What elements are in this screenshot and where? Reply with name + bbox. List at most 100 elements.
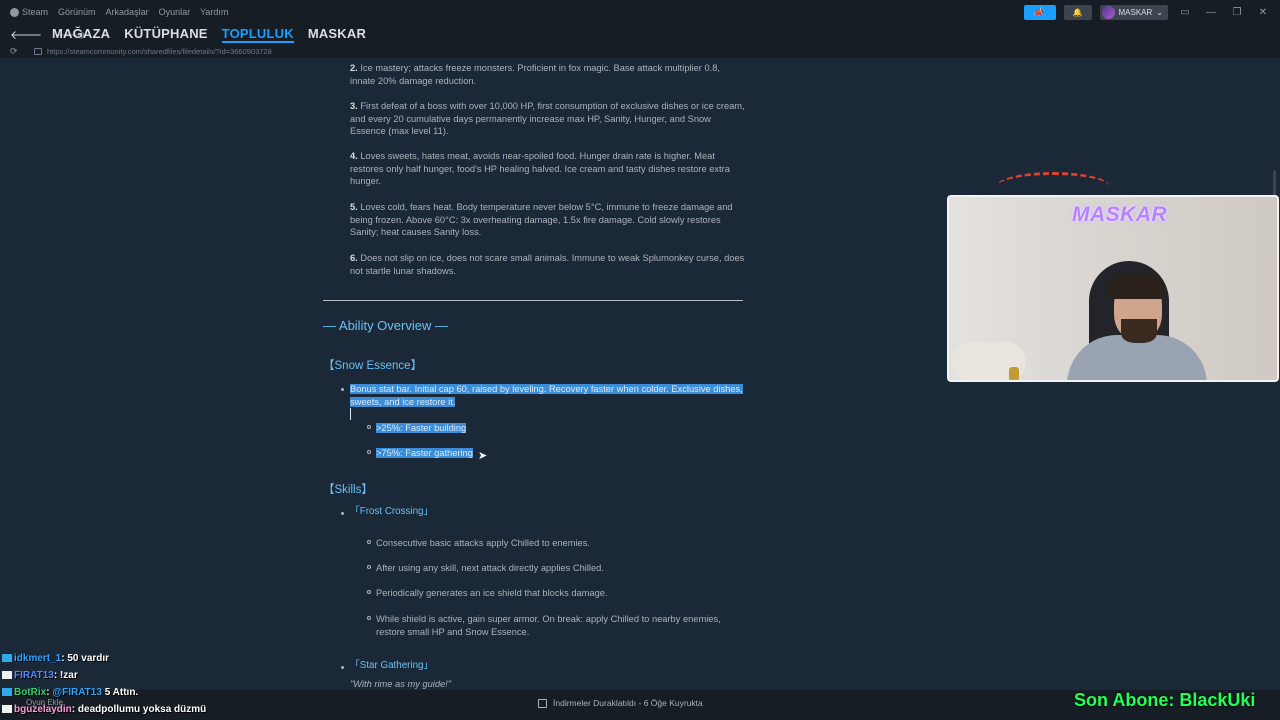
chat-username: idkmert_1	[14, 653, 62, 664]
mouse-pointer-icon: ➤	[478, 450, 488, 462]
snow-threshold-75[interactable]: >75%: Faster gathering	[376, 447, 473, 460]
nav-arrows: 🡐 🡒	[0, 27, 86, 42]
menu-steam[interactable]: Steam	[10, 7, 48, 18]
chat-message: BotRix: @FIRAT13 5 Attın.	[2, 687, 138, 698]
skill-detail: While shield is active, gain super armor…	[376, 614, 721, 637]
trait-5: 5. Loves cold, fears heat. Body temperat…	[350, 201, 746, 239]
subsection-snow-essence: 【Snow Essence】	[323, 360, 423, 372]
avatar	[1101, 5, 1115, 19]
profile-name: MASKAR	[1118, 7, 1153, 17]
bullet	[341, 512, 344, 515]
subsection-skills: 【Skills】	[323, 484, 373, 496]
selected-text: Bonus stat bar. Initial cap 60, raised b…	[350, 384, 743, 407]
text-caret	[350, 408, 351, 420]
trait-text: First defeat of a boss with over 10,000 …	[350, 101, 745, 137]
tab-library[interactable]: KÜTÜPHANE	[124, 26, 207, 43]
skill-detail: After using any skill, next attack direc…	[376, 563, 604, 573]
chat-text: : !zar	[53, 670, 78, 681]
download-icon	[538, 698, 547, 708]
webcam-title: MASKAR	[1072, 203, 1168, 226]
trait-number: 4.	[350, 151, 358, 161]
trait-text: Loves cold, fears heat. Body temperature…	[350, 202, 733, 238]
trait-text: Does not slip on ice, does not scare sma…	[350, 253, 745, 276]
reload-icon[interactable]: ⟳	[0, 46, 34, 57]
trait-text: Loves sweets, hates meat, avoids near-sp…	[350, 151, 730, 187]
chat-text: : deadpollumu yoksa düzmü	[71, 704, 207, 715]
chat-username: BotRix	[14, 687, 47, 698]
bullet	[367, 450, 371, 454]
section-title-ability-overview: — Ability Overview —	[323, 318, 448, 333]
announcements-button[interactable]: 📣	[1023, 4, 1056, 20]
selected-text: >25%: Faster building	[376, 423, 467, 433]
url-text[interactable]: https://steamcommunity.com/sharedfiles/f…	[47, 47, 272, 56]
chat-message: FIRAT13: !zar	[2, 670, 78, 681]
chat-badge-icon	[2, 671, 12, 680]
megaphone-icon: 📣	[1033, 6, 1046, 17]
chat-text: 5 Attın.	[101, 687, 139, 698]
bullet	[341, 666, 344, 669]
downloads-text: İndirmeler Duraklatıldı - 6 Öğe Kuyrukta	[553, 698, 703, 708]
snow-essence-description[interactable]: Bonus stat bar. Initial cap 60, raised b…	[350, 383, 746, 408]
menu-view[interactable]: Görünüm	[58, 7, 96, 17]
skill-star-gathering[interactable]: 「Star Gathering」	[350, 660, 433, 673]
bullet	[367, 425, 371, 429]
trait-6: 6. Does not slip on ice, does not scare …	[350, 252, 746, 277]
downloads-status[interactable]: İndirmeler Duraklatıldı - 6 Öğe Kuyrukta	[538, 698, 703, 708]
bullet	[367, 590, 371, 594]
lock-icon	[34, 47, 42, 55]
minimize-button[interactable]: —	[1202, 7, 1220, 18]
trait-number: 2.	[350, 63, 358, 73]
bullet	[367, 540, 371, 544]
bullet	[341, 388, 344, 391]
chat-badge-icon	[2, 688, 12, 697]
trait-number: 6.	[350, 253, 358, 263]
nav-bar: 🡐 🡒 MAĞAZA KÜTÜPHANE TOPLULUK MASKAR	[0, 24, 1280, 44]
back-arrow-icon[interactable]: 🡐	[10, 27, 42, 42]
selected-text: >75%: Faster gathering	[376, 448, 473, 458]
steam-logo-icon	[10, 8, 19, 18]
chat-username: FIRAT13	[14, 670, 54, 681]
close-button[interactable]: ✕	[1254, 7, 1272, 18]
trait-text: Ice mastery; attacks freeze monsters. Pr…	[350, 63, 720, 86]
chat-message: idkmert_1: 50 vardır	[2, 653, 109, 664]
main-menu: Steam Görünüm Arkadaşlar Oyunlar Yardım	[0, 7, 228, 18]
chevron-down-icon: ⌄	[1156, 7, 1163, 17]
skill-quote: "With rime as my guide!"	[350, 679, 452, 689]
menu-friends[interactable]: Arkadaşlar	[106, 7, 149, 17]
restore-button[interactable]: ❐	[1228, 7, 1246, 18]
trait-number: 5.	[350, 202, 358, 212]
bullet	[367, 616, 371, 620]
chat-mention: @FIRAT13	[52, 687, 102, 698]
webcam-person-beard	[1121, 319, 1157, 343]
menu-help[interactable]: Yardım	[200, 7, 228, 17]
tab-store[interactable]: MAĞAZA	[52, 26, 110, 43]
trait-number: 3.	[350, 101, 358, 111]
title-bar: Steam Görünüm Arkadaşlar Oyunlar Yardım …	[0, 0, 1280, 24]
snow-threshold-25[interactable]: >25%: Faster building	[376, 422, 467, 435]
trait-3: 3. First defeat of a boss with over 10,0…	[350, 100, 746, 138]
page-content: 2. Ice mastery; attacks freeze monsters.…	[0, 58, 1280, 718]
webcam-object	[1009, 367, 1019, 380]
skill-frost-crossing[interactable]: 「Frost Crossing」	[350, 506, 433, 519]
profile-menu-button[interactable]: MASKAR ⌄	[1099, 4, 1168, 20]
chat-badge-icon	[2, 654, 12, 663]
menu-games[interactable]: Oyunlar	[159, 7, 191, 17]
tab-community[interactable]: TOPLULUK	[221, 26, 294, 43]
chat-badge-icon	[2, 705, 12, 714]
tab-profile[interactable]: MASKAR	[308, 26, 366, 43]
latest-subscriber-banner: Son Abone: BlackUki	[1074, 690, 1256, 710]
skill-detail: Periodically generates an ice shield tha…	[376, 588, 608, 598]
skill-detail: Consecutive basic attacks apply Chilled …	[376, 538, 590, 548]
chat-text: : 50 vardır	[61, 653, 110, 664]
big-picture-icon[interactable]: ▭	[1176, 7, 1194, 18]
bell-icon: 🔔	[1072, 7, 1083, 17]
section-divider	[323, 300, 743, 301]
notifications-button[interactable]: 🔔	[1063, 4, 1092, 20]
chat-message: bguzelaydin: deadpollumu yoksa düzmü	[2, 704, 206, 715]
bullet	[367, 565, 371, 569]
nav-tabs: MAĞAZA KÜTÜPHANE TOPLULUK MASKAR	[50, 26, 366, 43]
trait-2: 2. Ice mastery; attacks freeze monsters.…	[350, 62, 746, 87]
url-bar: ⟳ https://steamcommunity.com/sharedfiles…	[0, 44, 1280, 58]
chat-username: bguzelaydin	[14, 704, 72, 715]
webcam-person-hair	[1109, 273, 1165, 299]
